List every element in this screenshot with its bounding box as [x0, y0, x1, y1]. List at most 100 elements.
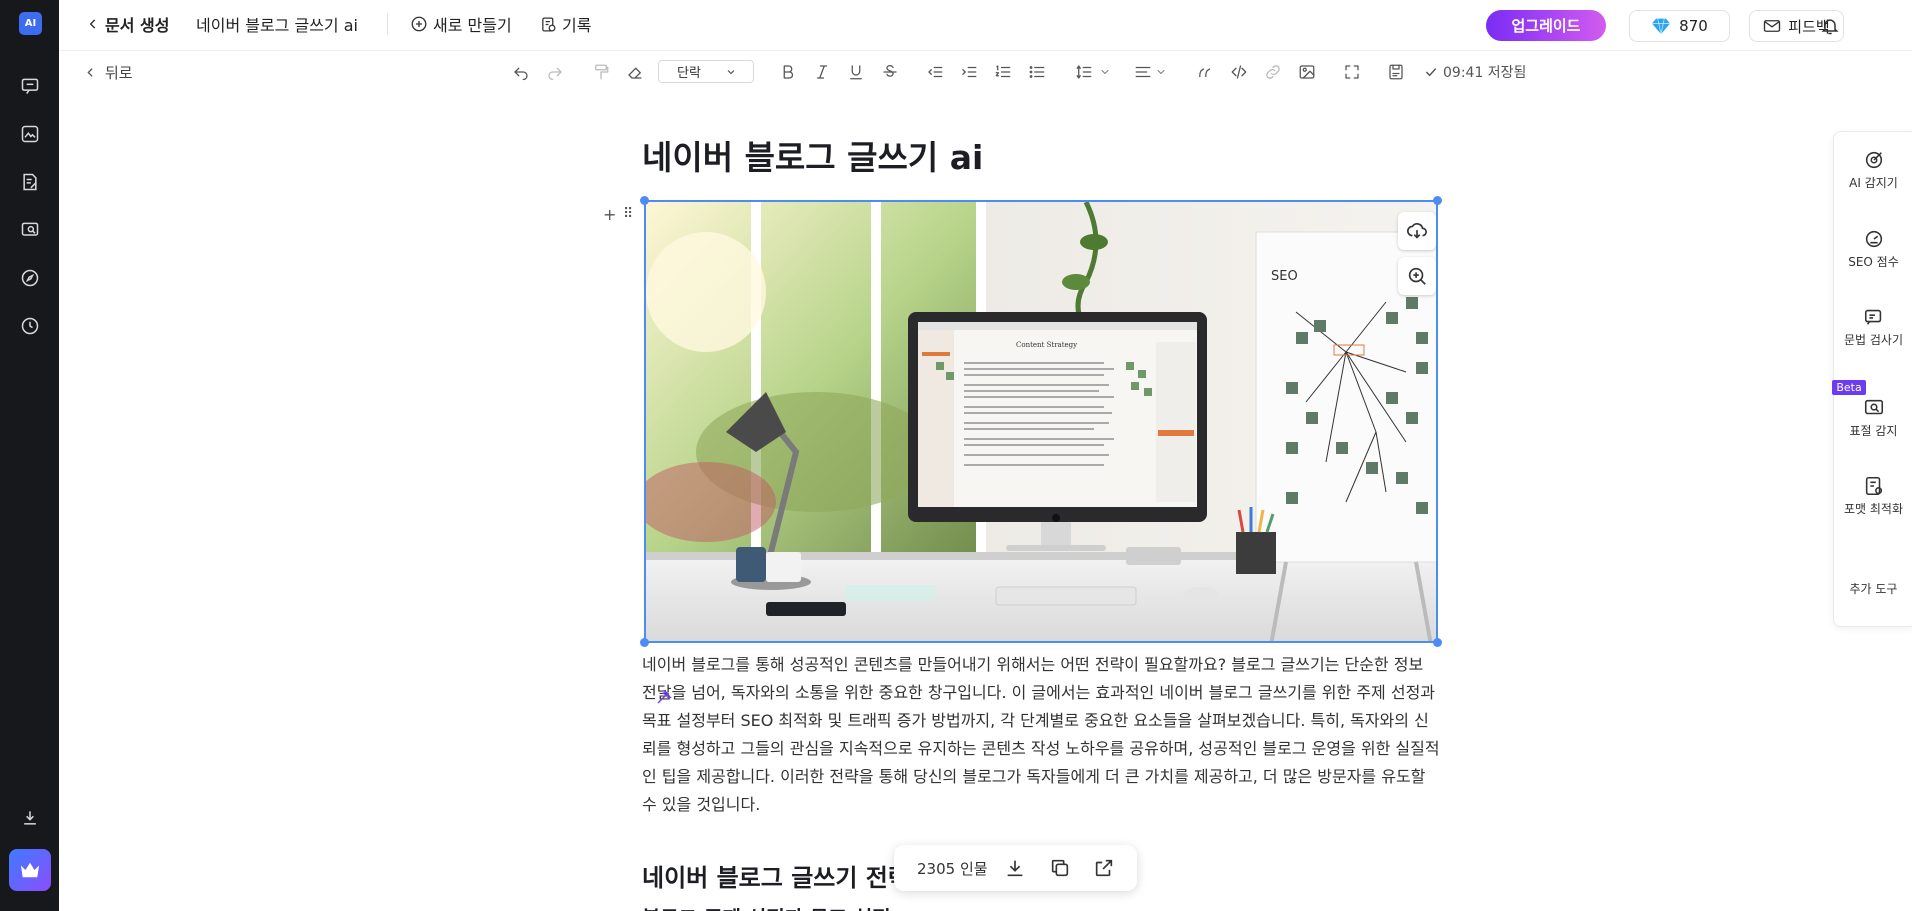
more-tools-button[interactable]: 추가 도구: [1834, 581, 1912, 597]
divider: [387, 13, 388, 35]
ai-wand-icon[interactable]: [655, 688, 673, 706]
plagiarism-detector-button[interactable]: 표절 감지: [1834, 397, 1912, 439]
eraser-icon[interactable]: [624, 61, 646, 83]
word-count: 2305 인물: [917, 859, 988, 878]
saved-status-text: 09:41 저장됨: [1443, 65, 1527, 81]
beta-badge: Beta: [1832, 380, 1866, 395]
cloud-download-icon: [1407, 222, 1427, 239]
format-optimizer-button[interactable]: 포맷 최적화: [1834, 475, 1912, 517]
back-label: 문서 생성: [105, 16, 170, 35]
document-name: 네이버 블로그 글쓰기 ai: [196, 16, 358, 35]
grammar-checker-label: 문법 검사기: [1843, 333, 1903, 347]
whiteboard-title: SEO: [1271, 269, 1298, 284]
section-heading[interactable]: 네이버 블로그 글쓰기 전략: [642, 858, 910, 893]
app-logo-icon[interactable]: AI: [19, 12, 42, 35]
link-icon[interactable]: [1262, 61, 1284, 83]
notification-bell-button[interactable]: [1820, 2, 1845, 50]
chevron-left-icon: [89, 19, 96, 29]
history-button[interactable]: 기록: [540, 0, 591, 48]
chevron-down-icon: [727, 70, 735, 75]
paragraph-style-value: 단락: [677, 66, 701, 81]
save-icon[interactable]: [1385, 61, 1407, 83]
plagiarism-label: 표절 감지: [1849, 424, 1898, 438]
zoom-in-icon: [1408, 267, 1426, 285]
gauge-icon: [1865, 230, 1882, 248]
bullet-list-icon[interactable]: [1026, 61, 1048, 83]
image-icon[interactable]: [18, 122, 42, 146]
resize-handle[interactable]: [1433, 196, 1442, 205]
resize-handle[interactable]: [1433, 638, 1442, 647]
compass-icon[interactable]: [18, 266, 42, 290]
target-icon: [1865, 151, 1882, 169]
plus-circle-icon: [411, 16, 427, 32]
chevron-left-icon: [87, 67, 93, 77]
upgrade-button[interactable]: 업그레이드: [1486, 10, 1606, 41]
chat-icon[interactable]: [18, 74, 42, 98]
right-tools-panel: AI 감지기 SEO 점수 문법 검사기 표절 감지 포맷 최적화 추가 도구: [1833, 131, 1912, 627]
screen-title: Content Strategy: [1016, 341, 1077, 349]
crown-icon[interactable]: [9, 849, 51, 891]
fullscreen-icon[interactable]: [1341, 61, 1363, 83]
left-sidebar: AI: [0, 0, 59, 911]
word-count-bar: 2305 인물: [894, 845, 1137, 891]
subsection-heading[interactable]: 블로그 주제 선정과 목표 설정: [642, 902, 891, 911]
ai-detector-button[interactable]: AI 감지기: [1834, 149, 1912, 191]
resize-handle[interactable]: [640, 638, 649, 647]
format-painter-icon[interactable]: [590, 61, 612, 83]
redo-icon[interactable]: [544, 61, 566, 83]
insert-image-icon[interactable]: [1296, 61, 1318, 83]
back-button[interactable]: 뒤로: [84, 60, 133, 84]
new-label: 새로 만들기: [433, 16, 512, 35]
diamond-icon: [1652, 18, 1671, 35]
document-write-icon[interactable]: [18, 170, 42, 194]
copy-icon[interactable]: [1049, 857, 1071, 879]
add-block-icon[interactable]: +: [603, 205, 616, 224]
editor-toolbar: [59, 51, 1912, 95]
zoom-image-button[interactable]: [1398, 257, 1436, 295]
code-icon[interactable]: [1228, 61, 1250, 83]
chevron-down-icon[interactable]: [1094, 61, 1116, 83]
plagiarism-icon: [1864, 399, 1883, 415]
back-to-documents-button[interactable]: 문서 생성: [86, 0, 169, 48]
download-icon[interactable]: [1004, 857, 1026, 879]
grammar-icon: [1864, 309, 1881, 325]
indent-icon[interactable]: [958, 61, 980, 83]
paragraph-style-select[interactable]: 단락: [658, 60, 754, 83]
document-title[interactable]: 네이버 블로그 글쓰기 ai: [642, 131, 983, 179]
drag-handle-icon[interactable]: ⠿: [623, 206, 633, 222]
history-label: 기록: [562, 16, 592, 35]
strikethrough-icon[interactable]: [879, 61, 901, 83]
grammar-checker-button[interactable]: 문법 검사기: [1834, 306, 1912, 348]
underline-icon[interactable]: [845, 61, 867, 83]
bold-icon[interactable]: [777, 61, 799, 83]
mail-icon: [1764, 20, 1781, 32]
credits-button[interactable]: 870: [1629, 10, 1730, 42]
chevron-down-icon[interactable]: [1150, 61, 1172, 83]
ai-detector-label: AI 감지기: [1849, 176, 1898, 190]
new-document-button[interactable]: 새로 만들기: [410, 0, 512, 48]
credits-count: 870: [1679, 17, 1708, 35]
outdent-icon[interactable]: [924, 61, 946, 83]
download-icon[interactable]: [18, 806, 42, 830]
seo-score-button[interactable]: SEO 점수: [1834, 228, 1912, 270]
saved-status: 09:41 저장됨: [1423, 60, 1526, 84]
search-document-icon[interactable]: [18, 218, 42, 242]
check-icon: [1425, 68, 1437, 77]
intro-paragraph[interactable]: 네이버 블로그를 통해 성공적인 콘텐츠를 만들어내기 위해서는 어떤 전략이 …: [642, 651, 1442, 819]
resize-handle[interactable]: [640, 196, 649, 205]
quote-icon[interactable]: [1194, 61, 1216, 83]
format-optimizer-label: 포맷 최적화: [1843, 502, 1903, 516]
back-label: 뒤로: [105, 63, 133, 82]
format-icon: [1865, 476, 1882, 496]
line-height-icon[interactable]: [1073, 61, 1095, 83]
workspace-illustration: Content Strategy SEO: [646, 202, 1436, 641]
undo-icon[interactable]: [510, 61, 532, 83]
blog-hero-image[interactable]: Content Strategy SEO: [644, 200, 1438, 643]
seo-score-label: SEO 점수: [1848, 255, 1899, 269]
external-link-icon[interactable]: [1093, 857, 1115, 879]
download-image-button[interactable]: [1398, 212, 1436, 250]
history-icon[interactable]: [18, 314, 42, 338]
history-doc-icon: [542, 16, 556, 32]
italic-icon[interactable]: [811, 61, 833, 83]
ordered-list-icon[interactable]: [992, 61, 1014, 83]
